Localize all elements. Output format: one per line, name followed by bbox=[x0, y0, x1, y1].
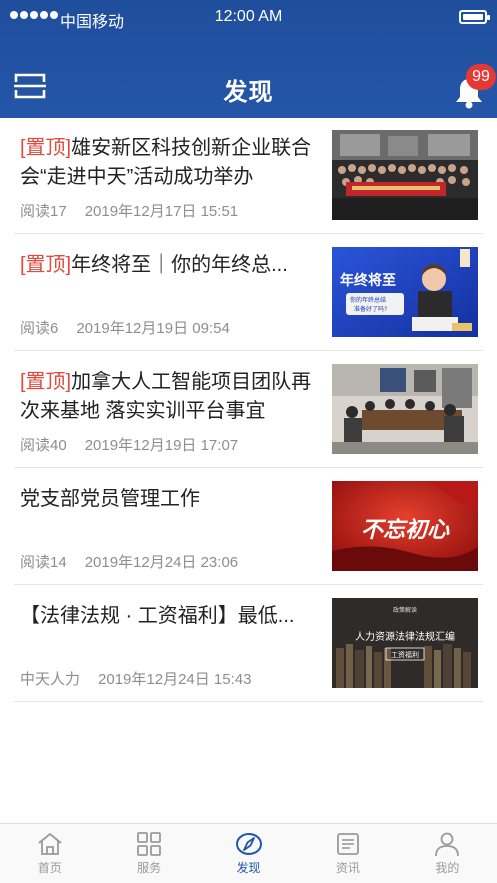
news-thumbnail: 年终将至 你的年终总结 准备好了吗? bbox=[332, 247, 478, 337]
user-icon bbox=[435, 832, 460, 857]
news-meta: 阅读17 2019年12月17日 15:51 bbox=[20, 200, 238, 221]
status-bar: 中国移动 12:00 AM bbox=[0, 0, 497, 38]
read-count: 阅读6 bbox=[20, 320, 59, 337]
page-title: 发现 bbox=[223, 79, 274, 106]
news-title-text: 年终将至｜你的年终总... bbox=[71, 254, 288, 276]
news-item[interactable]: 【法律法规 · 工资福利】最低... 中天人力 2019年12月24日 15:43… bbox=[14, 586, 483, 702]
pin-label: [置顶] bbox=[20, 137, 72, 159]
tab-home[interactable]: 首页 bbox=[0, 824, 99, 883]
news-item[interactable]: [置顶]年终将至｜你的年终总... 阅读6 2019年12月19日 09:54 年… bbox=[14, 235, 483, 351]
svg-text:你的年终总结: 你的年终总结 bbox=[350, 296, 386, 304]
battery-icon bbox=[459, 10, 490, 24]
publish-date: 2019年12月17日 15:51 bbox=[84, 203, 239, 220]
news-item[interactable]: 党支部党员管理工作 阅读14 2019年12月24日 23:06 不忘初心 bbox=[14, 469, 483, 585]
news-icon bbox=[337, 833, 359, 855]
thumb-heading: 年终将至 bbox=[340, 272, 396, 289]
news-thumbnail: 不忘初心 bbox=[332, 481, 478, 571]
news-meta: 阅读6 2019年12月19日 09:54 bbox=[20, 317, 230, 338]
news-title-text: 【法律法规 · 工资福利】最低... bbox=[20, 605, 295, 627]
tab-label: 我的 bbox=[435, 861, 460, 875]
tab-news[interactable]: 资讯 bbox=[298, 824, 397, 883]
svg-text:准备好了吗?: 准备好了吗? bbox=[354, 305, 387, 313]
news-title: 【法律法规 · 工资福利】最低... bbox=[20, 602, 325, 631]
news-meta: 中天人力 2019年12月24日 15:43 bbox=[20, 668, 251, 689]
tab-services[interactable]: 服务 bbox=[99, 824, 198, 883]
read-count: 阅读17 bbox=[20, 203, 67, 220]
app-header: 中国移动 12:00 AM 发现 99 bbox=[0, 0, 497, 118]
thumb-slogan: 不忘初心 bbox=[361, 517, 450, 543]
scan-icon[interactable] bbox=[14, 72, 46, 100]
news-thumbnail bbox=[332, 364, 478, 454]
thumb-caption: 政策解读 bbox=[393, 606, 417, 614]
publish-date: 2019年12月19日 17:07 bbox=[84, 437, 239, 454]
compass-icon bbox=[235, 833, 262, 855]
news-item[interactable]: [置顶]加拿大人工智能项目团队再次来基地 落实实训平台事宜 阅读40 2019年1… bbox=[14, 352, 483, 468]
tab-discover[interactable]: 发现 bbox=[199, 824, 298, 883]
notifications-button[interactable]: 99 bbox=[448, 64, 496, 110]
publish-date: 2019年12月24日 23:06 bbox=[84, 554, 239, 571]
status-time: 12:00 AM bbox=[214, 8, 283, 25]
read-count: 阅读14 bbox=[20, 554, 67, 571]
news-title: [置顶]年终将至｜你的年终总... bbox=[20, 251, 325, 280]
nav-bar: 发现 99 bbox=[0, 58, 497, 118]
tab-label: 发现 bbox=[236, 861, 261, 875]
thumb-heading: 人力资源法律法规汇编 bbox=[355, 630, 455, 643]
notification-badge: 99 bbox=[466, 64, 496, 90]
tab-label: 首页 bbox=[37, 861, 62, 875]
news-thumbnail bbox=[332, 130, 478, 220]
pin-label: [置顶] bbox=[20, 371, 72, 393]
news-title: [置顶]雄安新区科技创新企业联合会“走进中天”活动成功举办 bbox=[20, 134, 325, 192]
publish-date: 2019年12月19日 09:54 bbox=[76, 320, 230, 337]
thumb-tag: 工资福利 bbox=[391, 650, 419, 659]
news-thumbnail: 政策解读 人力资源法律法规汇编 工资福利 bbox=[332, 598, 478, 688]
source-name: 中天人力 bbox=[20, 671, 81, 688]
news-item[interactable]: [置顶]雄安新区科技创新企业联合会“走进中天”活动成功举办 阅读17 2019年1… bbox=[14, 118, 483, 234]
tab-label: 资讯 bbox=[335, 861, 360, 875]
news-title: 党支部党员管理工作 bbox=[20, 485, 325, 514]
tab-profile[interactable]: 我的 bbox=[398, 824, 497, 883]
publish-date: 2019年12月24日 15:43 bbox=[98, 671, 252, 688]
news-title: [置顶]加拿大人工智能项目团队再次来基地 落实实训平台事宜 bbox=[20, 368, 325, 426]
grid-icon bbox=[137, 832, 162, 856]
news-title-text: 党支部党员管理工作 bbox=[20, 488, 200, 510]
read-count: 阅读40 bbox=[20, 437, 67, 454]
pin-label: [置顶] bbox=[20, 254, 72, 276]
home-icon bbox=[38, 833, 62, 855]
tab-bar: 首页 服务 发现 资讯 我的 bbox=[0, 823, 497, 883]
tab-label: 服务 bbox=[137, 861, 162, 875]
news-meta: 阅读40 2019年12月19日 17:07 bbox=[20, 434, 238, 455]
news-meta: 阅读14 2019年12月24日 23:06 bbox=[20, 551, 238, 572]
